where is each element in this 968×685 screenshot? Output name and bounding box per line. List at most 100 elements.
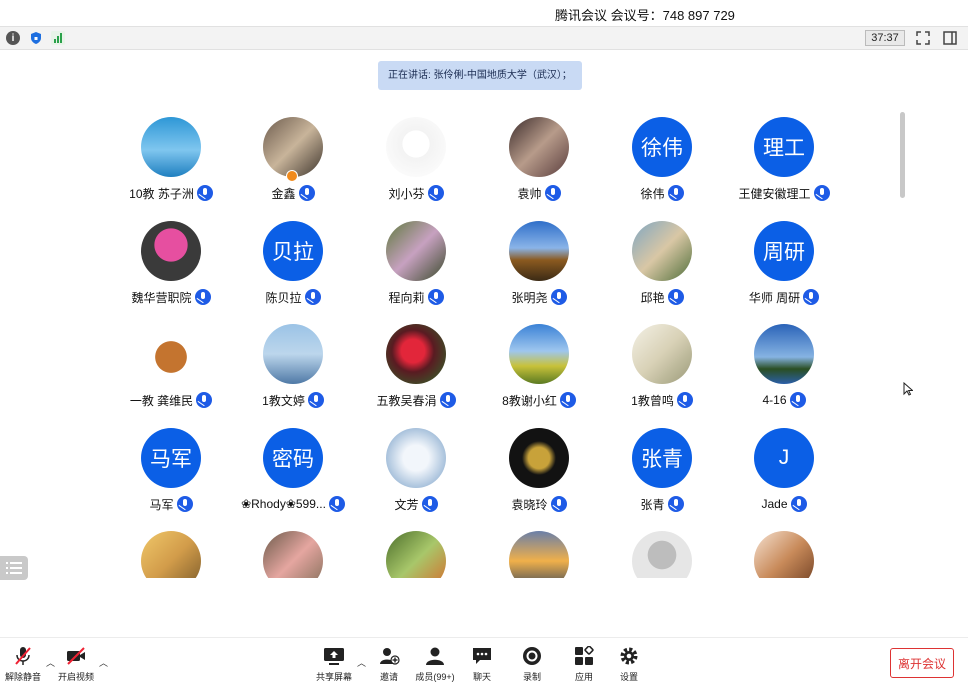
participant-tile[interactable]: 理工王健安徽理工 xyxy=(723,100,845,201)
mic-muted-icon xyxy=(298,185,315,201)
info-icon[interactable]: i xyxy=(6,31,20,45)
members-button[interactable]: 成员(99+) xyxy=(412,646,458,685)
host-badge-icon xyxy=(286,170,298,182)
apps-icon xyxy=(573,646,595,666)
participant-tile[interactable]: 1教曾鸣 xyxy=(601,307,723,408)
mic-muted-icon xyxy=(676,392,693,408)
fullscreen-icon[interactable] xyxy=(916,31,930,45)
participant-tile[interactable]: 刘小芬 xyxy=(355,100,477,201)
mic-muted-icon xyxy=(328,496,345,512)
invite-label: 邀请 xyxy=(379,672,398,682)
layout-icon[interactable] xyxy=(943,31,957,45)
participant-avatar xyxy=(632,531,692,578)
participant-name: Jade xyxy=(761,497,788,511)
participant-tile[interactable]: 贝拉 陈贝拉 xyxy=(232,204,354,305)
shield-icon[interactable] xyxy=(29,31,43,45)
participant-avatar xyxy=(509,324,569,384)
participant-name: 马军 xyxy=(149,497,174,512)
participant-tile[interactable] xyxy=(478,514,600,578)
participant-avatar: 徐伟 xyxy=(632,117,692,177)
participant-name-row: 魏华营职院 xyxy=(110,288,232,306)
mouse-cursor-icon xyxy=(903,382,913,396)
participant-tile[interactable]: 10教 苏子洲 xyxy=(110,100,232,201)
participant-name-row: 徐伟 xyxy=(601,184,723,202)
participant-tile[interactable]: 1教文婷 xyxy=(232,307,354,408)
start-video-button[interactable]: 开启视频 xyxy=(53,646,99,685)
participant-grid: 10教 苏子洲 金鑫 刘小芬 袁帅 徐伟 徐伟 理工 王健安徽理工 魏华营职院 贝拉 陈贝拉 程向莉张… xyxy=(0,100,968,578)
participant-tile[interactable] xyxy=(110,514,232,578)
unmute-label: 解除静音 xyxy=(4,672,41,682)
participant-tile[interactable]: 程向莉 xyxy=(355,204,477,305)
participant-name: 王健安徽理工 xyxy=(738,186,811,201)
participant-avatar xyxy=(386,531,446,578)
participant-tile[interactable]: 8教谢小红 xyxy=(478,307,600,408)
participant-avatar xyxy=(141,324,201,384)
mic-muted-icon xyxy=(813,185,830,201)
participant-avatar xyxy=(386,428,446,488)
participant-tile[interactable]: 马军 马军 xyxy=(110,411,232,512)
participant-tile[interactable]: 袁晓玲 xyxy=(478,411,600,512)
participant-avatar: 理工 xyxy=(754,117,814,177)
record-button[interactable]: 录制 xyxy=(509,646,555,685)
participant-tile[interactable] xyxy=(723,514,845,578)
settings-button[interactable]: 设置 xyxy=(606,646,652,685)
participant-tile[interactable]: 金鑫 xyxy=(232,100,354,201)
participant-name-row: 华师 周研 xyxy=(723,288,845,306)
participant-tile[interactable]: 张明尧 xyxy=(478,204,600,305)
participant-name-row: 五教吴春涓 xyxy=(355,391,477,409)
participant-name-row: 程向莉 xyxy=(355,288,477,306)
video-options-chevron-up-icon[interactable]: ︿ xyxy=(99,656,108,669)
participant-tile[interactable]: J Jade xyxy=(723,411,845,512)
participant-tile[interactable]: 一教 龚维民 xyxy=(110,307,232,408)
participant-tile[interactable]: 4-16 xyxy=(723,307,845,408)
participant-tile[interactable] xyxy=(355,514,477,578)
participant-name: 邱艳 xyxy=(640,290,665,305)
participant-name-row: 邱艳 xyxy=(601,288,723,306)
participant-avatar xyxy=(509,117,569,177)
participant-tile[interactable]: 张青 张青 xyxy=(601,411,723,512)
chat-button[interactable]: 聊天 xyxy=(459,646,505,685)
invite-button[interactable]: 邀请 xyxy=(366,646,412,685)
participant-avatar xyxy=(263,324,323,384)
participant-avatar: 密码 xyxy=(263,428,323,488)
participant-avatar xyxy=(141,117,201,177)
signal-icon[interactable] xyxy=(51,31,65,45)
participant-avatar xyxy=(141,531,201,578)
speaking-banner: 正在讲话: 张伶俐-中国地质大学（武汉）； xyxy=(378,61,582,90)
participant-tile[interactable]: 密码 ❀Rhody❀599... xyxy=(232,411,354,512)
participant-avatar xyxy=(263,117,323,177)
participant-tile[interactable]: 文芳 xyxy=(355,411,477,512)
participant-tile[interactable]: 周研 华师 周研 xyxy=(723,204,845,305)
share-options-chevron-up-icon[interactable]: ︿ xyxy=(357,656,366,669)
participant-tile[interactable]: 五教吴春涓 xyxy=(355,307,477,408)
participant-avatar xyxy=(632,324,692,384)
record-label: 录制 xyxy=(522,672,541,682)
participant-name-row: 金鑫 xyxy=(232,184,354,202)
mic-muted-icon xyxy=(789,392,806,408)
participant-tile[interactable]: 徐伟 徐伟 xyxy=(601,100,723,201)
participant-tile[interactable]: 邱艳 xyxy=(601,204,723,305)
participant-tile[interactable]: 袁帅 xyxy=(478,100,600,201)
invite-icon xyxy=(378,646,400,666)
participant-name: 1教文婷 xyxy=(262,393,305,408)
leave-meeting-button[interactable]: 离开会议 xyxy=(890,648,954,678)
participant-name-row: 一教 龚维民 xyxy=(110,391,232,409)
list-toggle-button[interactable] xyxy=(0,556,28,580)
participant-name-row: 1教文婷 xyxy=(232,391,354,409)
share-screen-icon xyxy=(323,646,345,666)
participant-name-row: 文芳 xyxy=(355,495,477,513)
mic-muted-icon xyxy=(550,496,567,512)
unmute-button[interactable]: 解除静音 xyxy=(0,646,46,685)
participant-name-row: 袁晓玲 xyxy=(478,495,600,513)
participant-name-row: 1教曾鸣 xyxy=(601,391,723,409)
mic-muted-icon xyxy=(196,392,213,408)
participant-tile[interactable]: 魏华营职院 xyxy=(110,204,232,305)
participant-tile[interactable] xyxy=(601,514,723,578)
participant-tile[interactable] xyxy=(232,514,354,578)
grid-scrollbar[interactable] xyxy=(900,112,905,198)
apps-button[interactable]: 应用 xyxy=(561,646,607,685)
participant-avatar xyxy=(386,221,446,281)
participant-name-row: 4-16 xyxy=(723,391,845,409)
share-screen-button[interactable]: 共享屏幕 xyxy=(311,646,357,685)
mic-muted-icon xyxy=(194,289,211,305)
